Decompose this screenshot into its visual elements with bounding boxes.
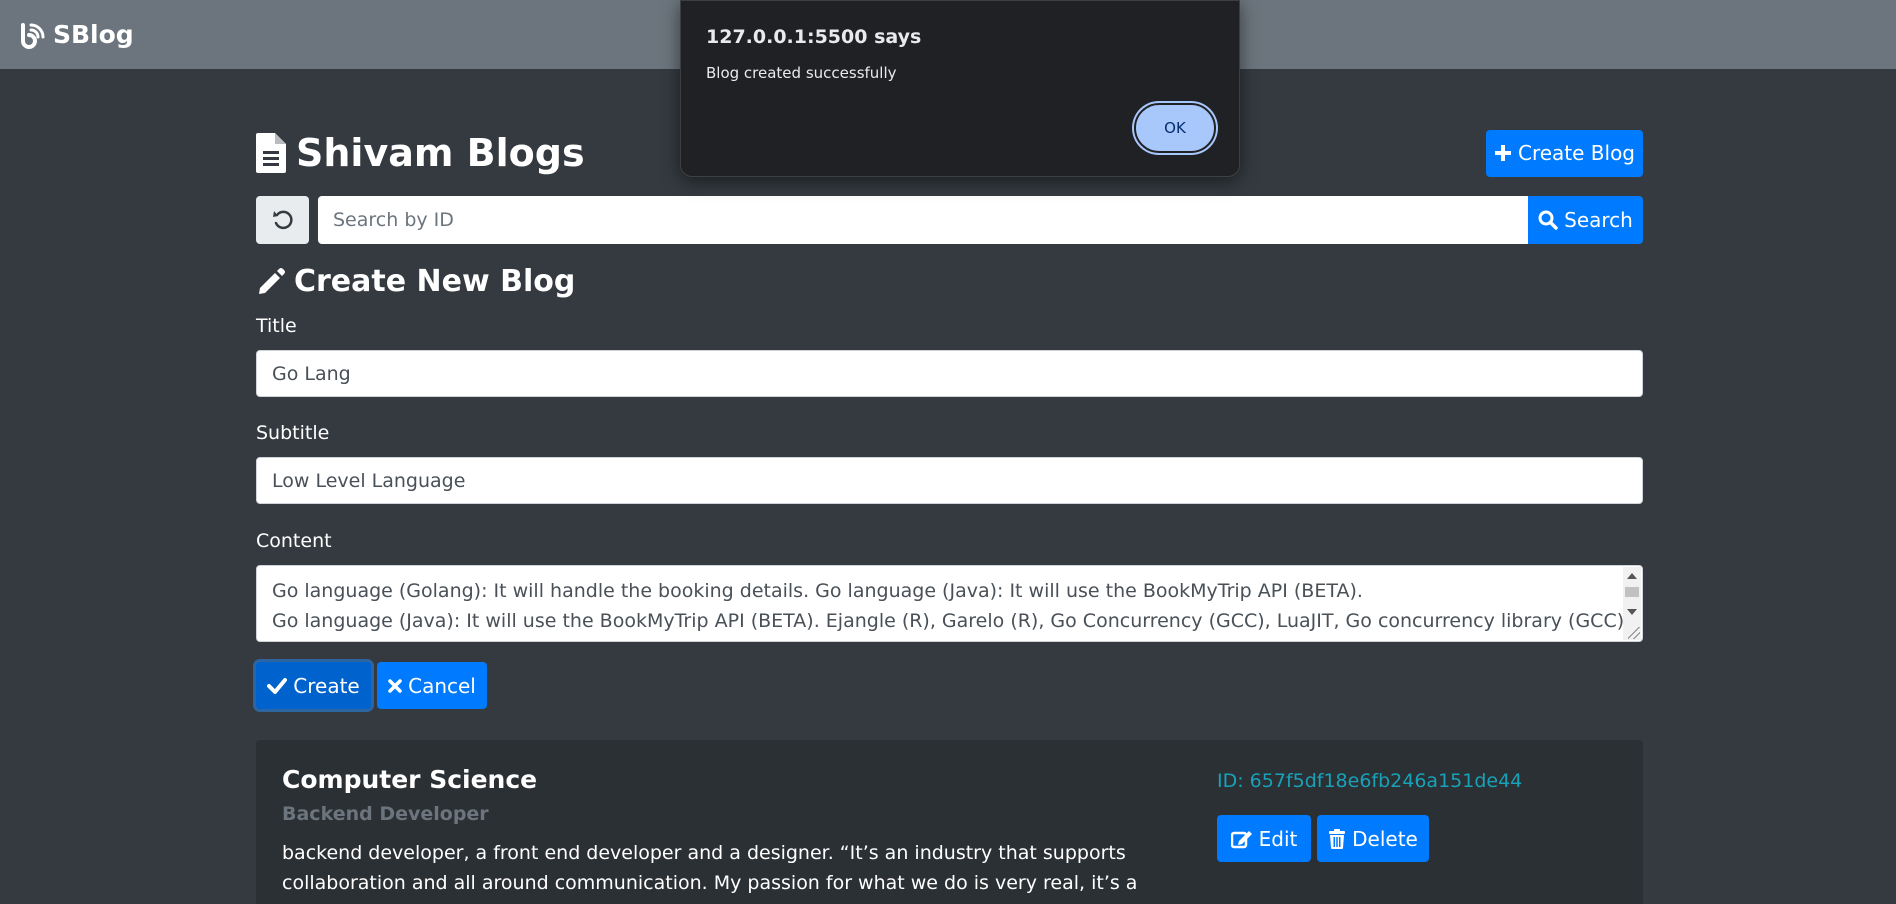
close-icon bbox=[388, 678, 402, 693]
content-line-2: Go language (Java): It will use the Book… bbox=[272, 610, 1643, 632]
dialog-message: Blog created successfully bbox=[706, 64, 897, 82]
cancel-button[interactable]: Cancel bbox=[377, 662, 487, 709]
search-button-label: Search bbox=[1564, 208, 1633, 232]
blog-actions: Edit Delete bbox=[1217, 815, 1429, 862]
content-textarea[interactable]: Go language (Golang): It will handle the… bbox=[256, 565, 1643, 642]
delete-button[interactable]: Delete bbox=[1317, 815, 1429, 862]
scroll-thumb[interactable] bbox=[1625, 587, 1639, 597]
blog-content: backend developer, a front end developer… bbox=[282, 842, 1138, 904]
blog-title: Computer Science bbox=[282, 765, 538, 794]
edit-icon bbox=[1230, 830, 1252, 848]
brand-link[interactable]: SBlog bbox=[19, 20, 134, 49]
subtitle-input[interactable]: Low Level Language bbox=[256, 457, 1643, 504]
create-button[interactable]: Create bbox=[256, 662, 371, 709]
blog-id: ID: 657f5df18e6fb246a151de44 bbox=[1217, 770, 1523, 792]
alert-dialog: 127.0.0.1:5500 says Blog created success… bbox=[680, 0, 1240, 177]
content-line-1: Go language (Golang): It will handle the… bbox=[272, 580, 1363, 602]
create-blog-button[interactable]: Create Blog bbox=[1486, 129, 1643, 177]
dialog-origin: 127.0.0.1:5500 says bbox=[706, 26, 922, 48]
undo-icon bbox=[272, 210, 293, 230]
title-input[interactable]: Go Lang bbox=[256, 350, 1643, 397]
page-title-text: Shivam Blogs bbox=[296, 131, 585, 175]
subtitle-field-wrap: Low Level Language bbox=[256, 457, 1643, 504]
resize-grip-icon[interactable] bbox=[1628, 627, 1640, 639]
search-button[interactable]: Search bbox=[1528, 196, 1643, 244]
form-heading: Create New Blog bbox=[256, 264, 1643, 299]
title-field-wrap: Go Lang bbox=[256, 350, 1643, 397]
edit-button[interactable]: Edit bbox=[1217, 815, 1311, 862]
blog-icon bbox=[21, 22, 45, 49]
search-input[interactable] bbox=[318, 196, 1528, 244]
trash-icon bbox=[1329, 828, 1346, 849]
edit-button-label: Edit bbox=[1258, 826, 1298, 851]
blog-card: Computer Science Backend Developer backe… bbox=[256, 740, 1643, 904]
subtitle-label: Subtitle bbox=[256, 422, 330, 444]
title-label: Title bbox=[256, 315, 297, 337]
scroll-down-arrow-icon[interactable] bbox=[1627, 609, 1637, 615]
form-heading-text: Create New Blog bbox=[294, 264, 576, 299]
search-bar: Search bbox=[256, 196, 1643, 244]
plus-icon bbox=[1494, 145, 1511, 161]
search-icon bbox=[1538, 210, 1558, 230]
form-actions: Create Cancel bbox=[256, 662, 1643, 709]
scroll-up-arrow-icon[interactable] bbox=[1627, 573, 1637, 579]
reset-button[interactable] bbox=[256, 196, 309, 244]
cancel-button-label: Cancel bbox=[408, 673, 476, 698]
delete-button-label: Delete bbox=[1352, 826, 1418, 851]
brand-name: SBlog bbox=[53, 20, 134, 49]
pencil-icon bbox=[259, 267, 285, 294]
document-icon bbox=[256, 133, 286, 173]
page-title: Shivam Blogs bbox=[256, 131, 585, 175]
ok-button[interactable]: OK bbox=[1134, 103, 1216, 153]
create-button-label: Create bbox=[293, 673, 360, 698]
blog-subtitle: Backend Developer bbox=[282, 803, 489, 825]
create-blog-label: Create Blog bbox=[1517, 141, 1636, 165]
content-label: Content bbox=[256, 530, 332, 552]
check-icon bbox=[267, 677, 288, 694]
